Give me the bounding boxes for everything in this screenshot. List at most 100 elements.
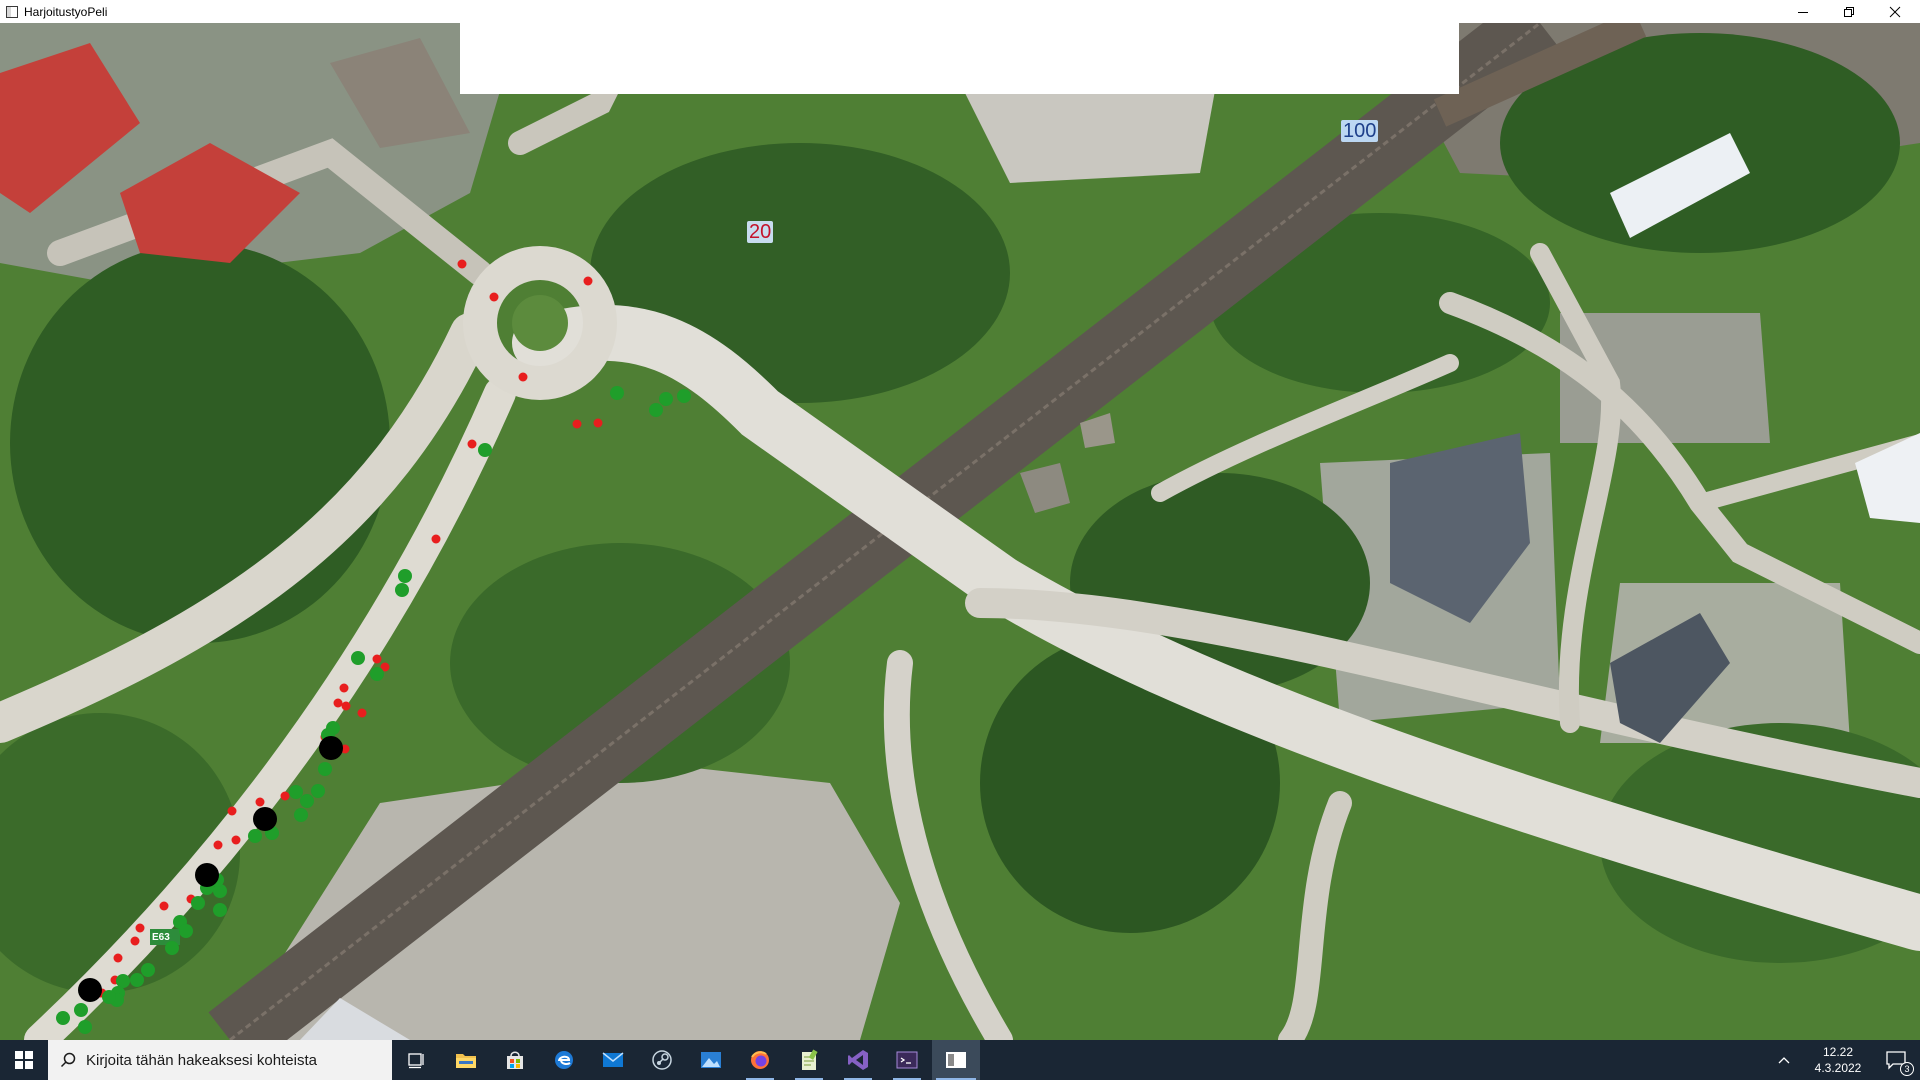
green-marker [116,974,130,988]
clock-date: 4.3.2022 [1814,1061,1862,1075]
terminal-button[interactable] [883,1040,931,1080]
red-marker [357,708,367,718]
black-marker [319,736,343,760]
green-marker [191,896,205,910]
task-view-icon [408,1053,424,1069]
notepad-icon [802,1049,818,1070]
title-bar: HarjoitustyoPeli [0,0,1920,23]
red-marker [213,840,223,850]
show-hidden-icons-button[interactable] [1770,1040,1798,1080]
red-marker [135,923,145,933]
green-marker [478,443,492,457]
marker-layer [56,259,691,1034]
green-marker [141,963,155,977]
red-marker [341,701,351,711]
clock-time: 12.22 [1822,1045,1854,1059]
terminal-icon [896,1051,918,1069]
firefox-icon [751,1051,769,1069]
green-marker [318,762,332,776]
red-marker [113,953,123,963]
green-marker [351,651,365,665]
green-marker [370,667,384,681]
minimize-icon [1798,11,1808,13]
edge-button[interactable] [540,1040,588,1080]
green-marker [213,903,227,917]
photos-icon [701,1052,721,1068]
red-marker [572,419,582,429]
search-placeholder: Kirjoita tähän hakeaksesi kohteista [86,1051,317,1069]
close-button[interactable] [1872,0,1918,23]
photos-button[interactable] [687,1040,735,1080]
harjoitustyopeli-button[interactable] [932,1040,980,1080]
visual-studio-button[interactable] [834,1040,882,1080]
file-explorer-button[interactable] [442,1040,490,1080]
green-marker [300,794,314,808]
green-marker [659,392,673,406]
notifications-button[interactable]: 3 [1872,1040,1920,1080]
red-marker [227,806,237,816]
red-marker [457,259,467,269]
folder-icon [456,1054,476,1068]
minimize-button[interactable] [1780,0,1826,23]
search-box[interactable]: Kirjoita tähän hakeaksesi kohteista [48,1040,392,1080]
red-marker [280,791,290,801]
window-title: HarjoitustyoPeli [24,4,108,19]
green-marker [610,386,624,400]
app-window-icon [946,1052,966,1068]
red-marker [231,835,241,845]
green-marker [248,829,262,843]
steam-icon [652,1050,672,1070]
visual-studio-icon [848,1050,868,1070]
green-marker [289,785,303,799]
app-icon [6,5,18,18]
green-marker [165,941,179,955]
black-marker [253,807,277,831]
game-viewport[interactable]: 100 20 E63 [0,23,1920,1040]
red-marker [583,276,593,286]
start-button[interactable] [0,1040,48,1080]
black-marker [195,863,219,887]
green-marker [74,1003,88,1017]
search-icon [60,1052,76,1068]
black-marker [78,978,102,1002]
restore-icon [1844,6,1854,17]
green-marker [294,808,308,822]
mail-icon [602,1052,624,1067]
mail-button[interactable] [589,1040,637,1080]
red-marker [593,418,603,428]
clock[interactable]: 12.22 4.3.2022 [1808,1044,1868,1076]
red-marker [489,292,499,302]
red-marker [159,901,169,911]
red-marker [130,936,140,946]
chevron-up-icon [1778,1057,1790,1064]
red-marker [467,439,477,449]
green-marker [677,389,691,403]
red-marker [339,683,349,693]
green-marker [395,583,409,597]
restore-button[interactable] [1826,0,1872,23]
green-marker [102,990,116,1004]
red-marker [372,654,382,664]
green-marker [649,403,663,417]
taskbar: Kirjoita tähän hakeaksesi kohteista 12.2… [0,1040,1920,1080]
notifications-count: 3 [1900,1062,1914,1076]
microsoft-store-button[interactable] [491,1040,539,1080]
windows-logo-icon [15,1051,33,1069]
green-marker [56,1011,70,1025]
firefox-button[interactable] [736,1040,784,1080]
green-marker [398,569,412,583]
green-marker [78,1020,92,1034]
red-marker [333,698,343,708]
steam-button[interactable] [638,1040,686,1080]
store-icon [507,1051,523,1069]
green-marker [130,973,144,987]
red-marker [518,372,528,382]
green-marker [179,924,193,938]
red-marker [431,534,441,544]
notepad-plus-plus-button[interactable] [785,1040,833,1080]
green-marker [311,784,325,798]
red-marker [255,797,265,807]
edge-icon [555,1051,573,1069]
close-icon [1889,6,1901,17]
task-view-button[interactable] [392,1040,440,1080]
